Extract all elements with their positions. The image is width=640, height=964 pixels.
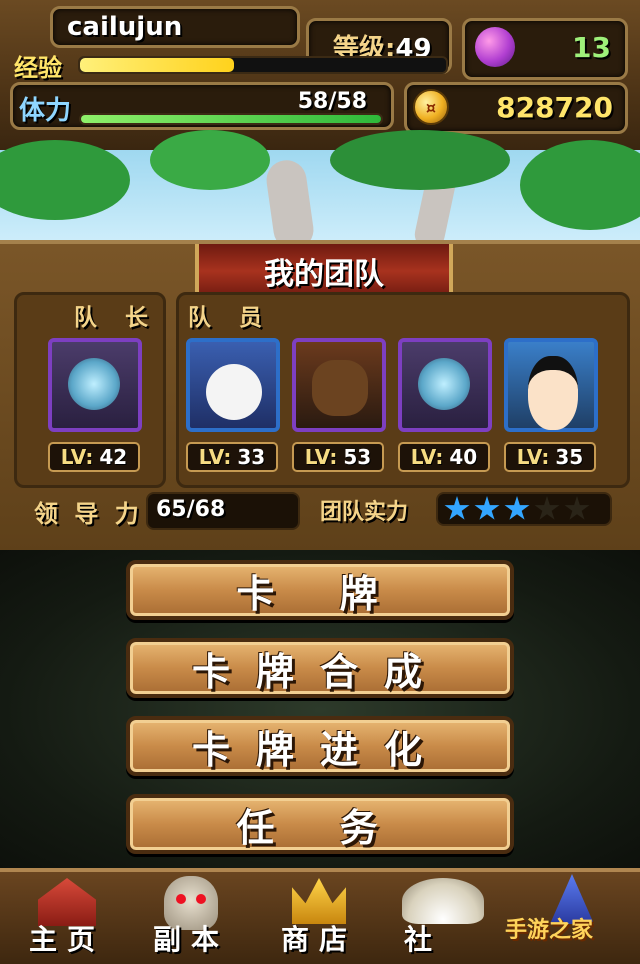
leader-label: 队 长 [74,305,159,331]
username: cailujun [67,12,183,42]
team-panel: 我的团队 队 长 队 员 LV: 42 LV: 33 LV: 53 LV: 40 LV:… [0,240,640,560]
member-card-2[interactable] [292,338,386,432]
member-1-level: LV: 33 [186,442,278,472]
member-card-3[interactable] [398,338,492,432]
nav-home-label: 主页 [28,923,105,956]
purple-gem-icon [475,27,515,67]
nav-dungeon-label: 副本 [152,923,229,956]
coins-panel[interactable]: ¤ 828720 [404,82,628,134]
card-evolve-button[interactable]: 卡牌进化 [126,716,514,776]
stamina-bar-fill [81,115,381,123]
member-card-1[interactable] [186,338,280,432]
stamina-value: 58/58 [297,89,367,114]
nav-social[interactable]: 社 [384,872,502,964]
member-3-level: LV: 40 [398,442,490,472]
card-fusion-button-label: 卡牌合成 [191,649,448,694]
star-empty-icon [564,496,590,520]
nav-home[interactable]: 主页 [8,872,126,964]
cards-button-label: 卡 牌 [236,571,404,616]
leader-level: LV: 42 [48,442,140,472]
strength-label: 团队实力 [320,500,409,525]
stamina-label: 体力 [19,96,72,126]
member-4-level: LV: 35 [504,442,596,472]
gems-panel[interactable]: 13 [462,18,628,80]
members-label: 队 员 [188,305,273,331]
background-scenery [0,130,640,253]
nav-dungeon[interactable]: 副本 [132,872,250,964]
exp-bar-fill [80,58,234,72]
nav-shop[interactable]: 商店 [260,872,378,964]
leadership-box: 65/68 [146,492,300,530]
star-filled-icon [444,496,470,520]
leadership-value: 65/68 [156,497,226,522]
username-panel: cailujun [50,6,300,48]
gems-count: 13 [572,31,611,64]
leader-card[interactable] [48,338,142,432]
card-evolve-button-label: 卡牌进化 [191,727,448,772]
member-card-4[interactable] [504,338,598,432]
quests-button[interactable]: 任 务 [126,794,514,854]
top-status-bar: cailujun 等级:49 经验 13 体力 58/58 ¤ 828720 [0,0,640,156]
star-filled-icon [474,496,500,520]
card-fusion-button[interactable]: 卡牌合成 [126,638,514,698]
exp-bar [78,56,448,74]
leadership-label: 领 导 力 [34,500,143,528]
watermark: 手游之家 [505,912,640,960]
stamina-panel: 体力 58/58 [10,82,394,130]
nav-shop-label: 商店 [280,923,357,956]
star-empty-icon [534,496,560,520]
stamina-bar [79,113,383,125]
quests-button-label: 任 务 [236,805,404,850]
exp-label: 经验 [14,54,62,82]
gold-coin-icon: ¤ [413,89,449,125]
watermark-text: 手游之家 [505,918,594,943]
star-filled-icon [504,496,530,520]
member-2-level: LV: 53 [292,442,384,472]
strength-stars [436,492,612,526]
cards-button[interactable]: 卡 牌 [126,560,514,620]
coins-count: 828720 [496,91,613,124]
